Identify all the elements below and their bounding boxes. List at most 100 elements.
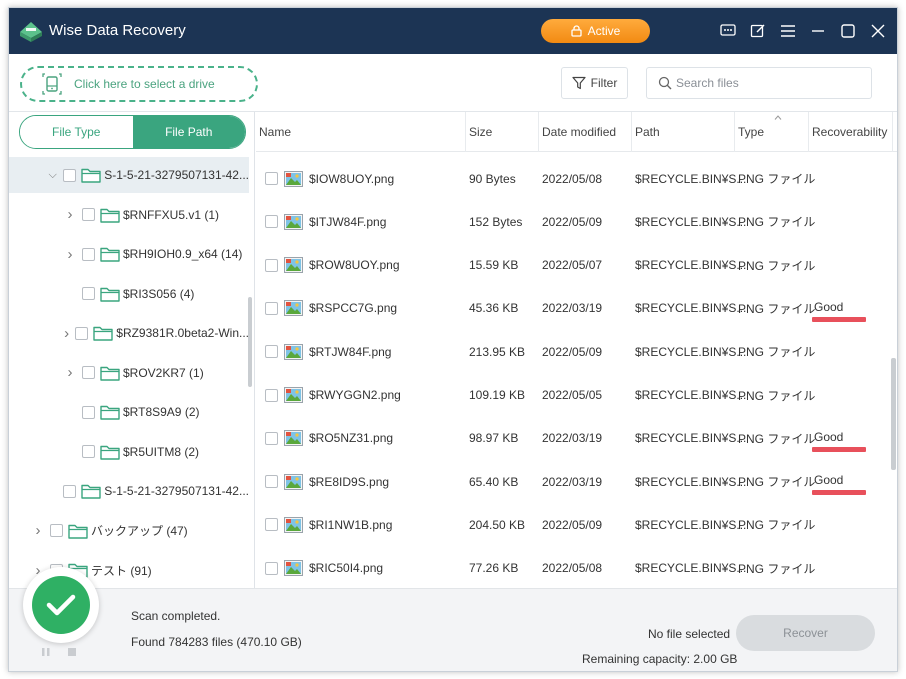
drive-icon: [42, 73, 62, 95]
tree-item-checkbox[interactable]: [63, 168, 77, 182]
tree-item-checkbox[interactable]: [82, 366, 95, 379]
tree-item-checkbox[interactable]: [82, 287, 95, 300]
tree-item[interactable]: › $ROV2KR7 (1): [9, 355, 249, 391]
row-checkbox[interactable]: [265, 258, 278, 272]
row-checkbox[interactable]: [265, 388, 278, 402]
tab-file-path[interactable]: File Path: [132, 116, 245, 148]
column-recoverability[interactable]: Recoverability: [809, 112, 893, 152]
title-bar: Wise Data Recovery Active: [9, 8, 897, 54]
search-input[interactable]: [676, 76, 856, 90]
cell-type: PNG ファイル: [738, 258, 816, 273]
tree-item[interactable]: › バックアップ (47): [9, 513, 249, 549]
row-checkbox[interactable]: [265, 518, 278, 532]
table-row[interactable]: $RWYGGN2.png 109.19 KB 2022/05/05 $RECYCLE.…: [256, 374, 897, 417]
stop-icon[interactable]: [67, 647, 77, 657]
maximize-icon[interactable]: [838, 21, 858, 41]
cell-type: PNG ファイル: [738, 475, 816, 490]
tree-item[interactable]: › $RH9IOH0.9_x64 (14): [9, 236, 249, 272]
cell-date-modified: 2022/05/08: [542, 171, 603, 186]
tree-item-checkbox[interactable]: [82, 247, 95, 261]
tree-item-checkbox[interactable]: [82, 208, 95, 221]
column-type[interactable]: Type: [735, 112, 809, 152]
cell-type: PNG ファイル: [738, 345, 816, 360]
cell-path: $RECYCLE.BIN¥S...: [635, 301, 747, 316]
row-checkbox[interactable]: [265, 172, 278, 185]
tree-item-checkbox[interactable]: [82, 405, 95, 419]
search-box[interactable]: [646, 67, 872, 99]
row-checkbox[interactable]: [265, 215, 278, 229]
tree-item[interactable]: › $RZ9381R.0beta2-Win...: [9, 315, 249, 351]
recover-button[interactable]: Recover: [736, 615, 875, 651]
tree-item-label: バックアップ (47): [91, 524, 188, 538]
row-checkbox[interactable]: [265, 561, 278, 575]
table-row[interactable]: $IOW8UOY.png 90 Bytes 2022/05/08 $RECYCLE.B…: [256, 157, 897, 200]
recoverability-label: Good: [814, 299, 844, 314]
table-row[interactable]: $ITJW84F.png 152 Bytes 2022/05/09 $RECYCLE.…: [256, 200, 897, 243]
cell-date-modified: 2022/03/19: [542, 474, 603, 489]
folder-icon: [93, 326, 113, 341]
tree-scrollbar[interactable]: [248, 297, 252, 387]
chevron-right-icon[interactable]: ›: [31, 522, 45, 539]
chevron-right-icon[interactable]: ›: [63, 206, 77, 223]
cell-name: $RTJW84F.png: [265, 330, 465, 373]
table-row[interactable]: $RSPCC7G.png 45.36 KB 2022/03/19 $RECYCLE.B…: [256, 287, 897, 330]
edit-icon[interactable]: [748, 21, 768, 41]
tree-item-checkbox[interactable]: [82, 445, 95, 458]
cell-path: $RECYCLE.BIN¥S...: [635, 561, 747, 576]
table-row[interactable]: $RE8ID9S.png 65.40 KB 2022/03/19 $RECYCLE.B…: [256, 460, 897, 503]
cell-size: 65.40 KB: [469, 474, 519, 489]
row-checkbox[interactable]: [265, 431, 278, 445]
tree-item[interactable]: › $RNFFXU5.v1 (1): [9, 197, 249, 233]
tab-file-type[interactable]: File Type: [20, 116, 133, 148]
sort-caret-icon: [774, 115, 782, 120]
column-name[interactable]: Name: [256, 112, 466, 152]
tree-item[interactable]: S-1-5-21-3279507131-42...: [9, 473, 249, 509]
menu-icon[interactable]: [778, 21, 798, 41]
tree-item-checkbox[interactable]: [63, 484, 77, 498]
cell-type: PNG ファイル: [738, 215, 816, 230]
tree-item-label: $RNFFXU5.v1 (1): [123, 207, 220, 222]
tree-item[interactable]: ⌵ S-1-5-21-3279507131-42...: [9, 157, 249, 193]
row-checkbox[interactable]: [265, 301, 278, 315]
table-scrollbar[interactable]: [891, 358, 896, 470]
chevron-right-icon[interactable]: ›: [63, 325, 70, 342]
app-logo-icon: [20, 22, 42, 42]
tree-item-checkbox[interactable]: [50, 524, 63, 537]
chevron-right-icon[interactable]: ›: [63, 364, 77, 381]
cell-path: $RECYCLE.BIN¥S...: [635, 388, 747, 402]
pause-icon[interactable]: [41, 647, 51, 657]
tree-item-label: テスト (91): [91, 563, 152, 578]
row-checkbox[interactable]: [265, 345, 278, 359]
file-name: $RIC50I4.png: [309, 561, 384, 576]
feedback-icon[interactable]: [718, 21, 738, 41]
active-button[interactable]: Active: [541, 19, 650, 43]
status-footer: Scan completed. Found 784283 files (470.…: [9, 567, 897, 671]
filter-button[interactable]: Filter: [561, 67, 628, 99]
close-icon[interactable]: [868, 21, 888, 41]
column-date-modified[interactable]: Date modified: [539, 112, 632, 152]
cell-path: $RECYCLE.BIN¥S...: [635, 214, 747, 229]
table-row[interactable]: $RTJW84F.png 213.95 KB 2022/05/09 $RECYCLE.…: [256, 330, 897, 373]
recoverability-bar: [812, 316, 866, 322]
tree-item[interactable]: $RT8S9A9 (2): [9, 394, 249, 430]
tree-item-checkbox[interactable]: [75, 326, 89, 340]
minimize-icon[interactable]: [808, 21, 828, 41]
tree-item[interactable]: $RI3S056 (4): [9, 276, 249, 312]
folder-icon: [100, 405, 120, 420]
table-row[interactable]: $RO5NZ31.png 98.97 KB 2022/03/19 $RECYCLE.B…: [256, 417, 897, 460]
image-file-icon: [284, 387, 303, 403]
select-drive-button[interactable]: Click here to select a drive: [20, 66, 258, 102]
tree-item[interactable]: $R5UITM8 (2): [9, 434, 249, 470]
tree-item-label: $RZ9381R.0beta2-Win...: [116, 326, 249, 340]
table-row[interactable]: $RI1NW1B.png 204.50 KB 2022/05/09 $RECYCLE.…: [256, 503, 897, 546]
chevron-right-icon[interactable]: ›: [63, 246, 77, 263]
file-name: $RTJW84F.png: [309, 344, 392, 359]
folder-icon: [81, 168, 101, 183]
cell-size: 152 Bytes: [469, 214, 523, 229]
row-checkbox[interactable]: [265, 475, 278, 489]
column-path[interactable]: Path: [632, 112, 735, 152]
table-row[interactable]: $ROW8UOY.png 15.59 KB 2022/05/07 $RECYCLE.B…: [256, 244, 897, 287]
table-row[interactable]: $RIC50I4.png 77.26 KB 2022/05/08 $RECYCLE.B…: [256, 547, 897, 588]
column-size[interactable]: Size: [466, 112, 539, 152]
chevron-down-icon[interactable]: ⌵: [47, 169, 58, 182]
